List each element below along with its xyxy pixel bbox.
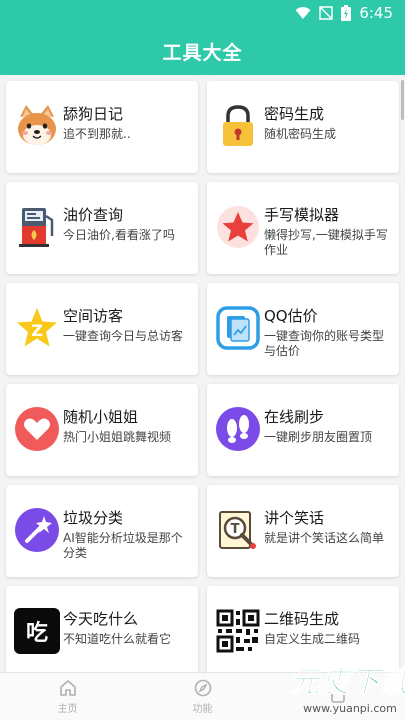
tool-name: 舔狗日记 [63, 105, 124, 123]
site-watermark: 元皮下载 www.yuanpi.com [290, 665, 405, 716]
tool-name: 随机小姐姐 [63, 408, 139, 426]
tool-name: 密码生成 [264, 105, 325, 123]
watermark-url: www.yuanpi.com [303, 702, 397, 715]
lock-icon [215, 103, 261, 149]
tool-name: 油价查询 [63, 206, 124, 224]
tool-card-lick-dog-diary[interactable]: 舔狗日记 追不到那就.. [6, 81, 198, 173]
svg-text:Z: Z [31, 321, 43, 340]
tool-name: 在线刷步 [264, 408, 325, 426]
tool-desc: 热门小姐姐跳舞视频 [63, 430, 172, 444]
eat-icon-char: 吃 [25, 621, 48, 646]
nav-tab-home[interactable]: 主页 [0, 673, 135, 720]
tool-card-tell-joke[interactable]: T 讲个笑话 就是讲个笑话这么简单 [207, 485, 399, 577]
tool-card-qzone-visitor[interactable]: Z 空间访客 一键查询今日与总访客 [6, 283, 198, 375]
page-title: 工具大全 [162, 41, 243, 64]
tool-card-oil-price[interactable]: 油价查询 今日油价,看看涨了吗 [6, 182, 198, 274]
tool-name: 讲个笑话 [264, 509, 325, 527]
tool-name: QQ估价 [264, 307, 318, 325]
no-signal-icon [319, 6, 334, 20]
tool-name: 手写模拟器 [264, 206, 340, 224]
tool-card-handwriting-simulator[interactable]: 手写模拟器 懒得抄写,一键模拟手写作业 [207, 182, 399, 274]
tool-card-password-generator[interactable]: 密码生成 随机密码生成 [207, 81, 399, 173]
tool-name: 空间访客 [63, 307, 124, 325]
tool-desc: 一键查询今日与总访客 [63, 329, 184, 343]
document-chart-icon [215, 305, 261, 351]
qzone-star-icon: Z [14, 305, 60, 351]
app-bar: 工具大全 [0, 27, 405, 75]
star-icon [215, 204, 261, 250]
magic-wand-icon [14, 507, 60, 553]
tool-desc: AI智能分析垃圾是那个分类 [63, 531, 183, 560]
tool-desc: 不知道吃什么就看它 [63, 632, 172, 646]
status-bar: 6:45 [0, 0, 405, 27]
eat-char-icon: 吃 [14, 608, 60, 654]
joke-icon-letter: T [231, 522, 240, 537]
battery-charging-icon [341, 5, 352, 21]
tool-desc: 随机密码生成 [264, 127, 337, 141]
joke-book-icon: T [215, 507, 261, 553]
nav-tab-label: 功能 [192, 704, 213, 715]
status-time: 6:45 [359, 4, 393, 22]
footprints-icon [215, 406, 261, 452]
heart-icon [14, 406, 60, 452]
tool-card-random-girl-video[interactable]: 随机小姐姐 热门小姐姐跳舞视频 [6, 384, 198, 476]
status-icons: 6:45 [295, 4, 393, 22]
tool-name: 垃圾分类 [63, 509, 124, 527]
tool-desc: 一键刷步朋友圈置顶 [264, 430, 373, 444]
tool-card-garbage-sorting[interactable]: 垃圾分类 AI智能分析垃圾是那个分类 [6, 485, 198, 577]
scrollbar[interactable] [401, 80, 404, 120]
tool-card-online-step-boost[interactable]: 在线刷步 一键刷步朋友圈置顶 [207, 384, 399, 476]
tool-name: 二维码生成 [264, 610, 340, 628]
tool-desc: 一键查询你的账号类型与估价 [264, 329, 385, 358]
tool-card-what-to-eat[interactable]: 吃 今天吃什么 不知道吃什么就看它 [6, 586, 198, 672]
home-icon [59, 680, 76, 696]
tool-name: 今天吃什么 [63, 610, 139, 628]
gas-pump-icon [14, 204, 60, 250]
compass-icon [194, 679, 211, 697]
tool-grid: 舔狗日记 追不到那就.. 密码生成 随机密码生成 油价查询 今日油价,看看涨了吗… [0, 75, 405, 672]
tool-card-qq-valuation[interactable]: QQ估价 一键查询你的账号类型与估价 [207, 283, 399, 375]
tool-desc: 懒得抄写,一键模拟手写作业 [264, 228, 388, 257]
tool-desc: 就是讲个笑话这么简单 [264, 531, 385, 545]
shiba-dog-icon [14, 103, 60, 149]
tool-desc: 自定义生成二维码 [264, 632, 361, 646]
watermark-text: 元皮下载 [290, 665, 405, 700]
wifi-icon [295, 7, 311, 19]
tool-desc: 今日油价,看看涨了吗 [63, 228, 175, 242]
tool-desc: 追不到那就.. [63, 127, 131, 141]
qrcode-icon [215, 608, 261, 654]
nav-tab-label: 主页 [57, 704, 78, 715]
